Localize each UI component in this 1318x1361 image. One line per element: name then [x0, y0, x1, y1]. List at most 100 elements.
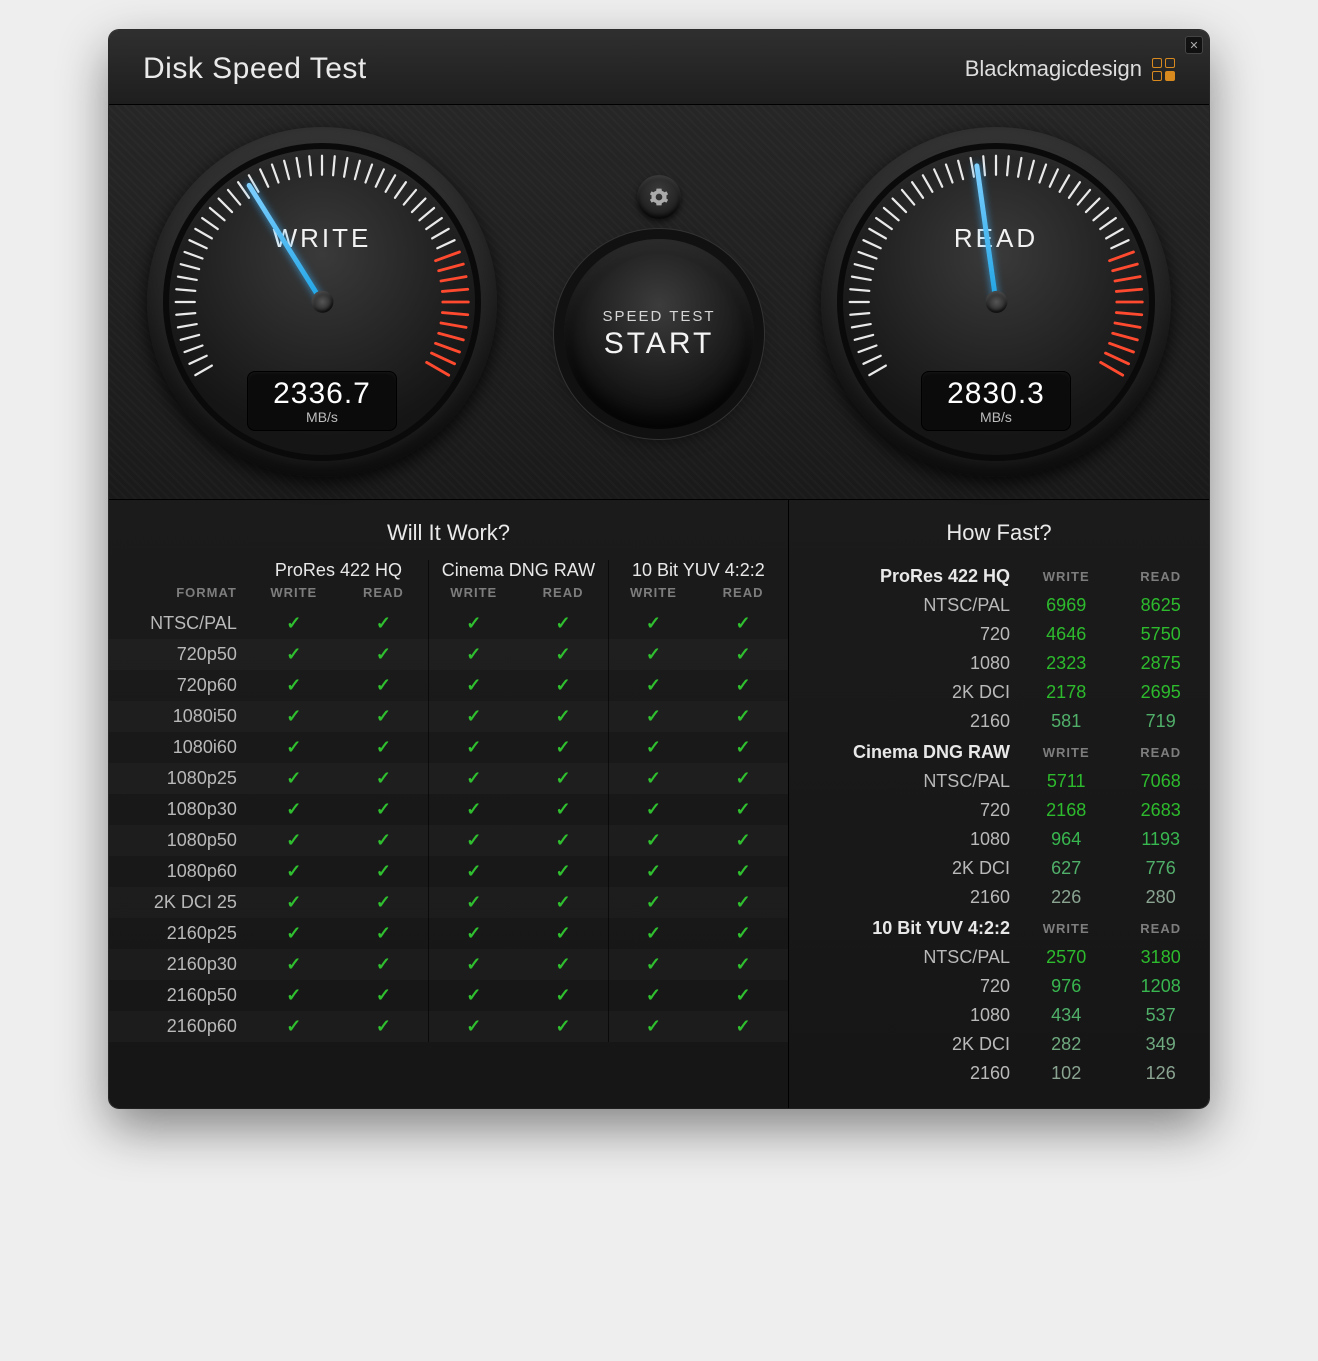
checkmark-icon: ✓ — [286, 954, 301, 974]
check-cell: ✓ — [249, 887, 339, 918]
check-cell: ✓ — [339, 794, 429, 825]
checkmark-icon: ✓ — [736, 675, 751, 695]
format-cell: 2160p60 — [109, 1011, 249, 1042]
checkmark-icon: ✓ — [646, 954, 661, 974]
checkmark-icon: ✓ — [556, 799, 571, 819]
sub-header: WRITE — [1020, 560, 1112, 591]
checkmark-icon: ✓ — [376, 675, 391, 695]
checkmark-icon: ✓ — [646, 799, 661, 819]
table-row: NTSC/PAL✓✓✓✓✓✓ — [109, 608, 788, 639]
checkmark-icon: ✓ — [556, 768, 571, 788]
checkmark-icon: ✓ — [736, 892, 751, 912]
check-cell: ✓ — [249, 856, 339, 887]
checkmark-icon: ✓ — [556, 1016, 571, 1036]
write-value-cell: 226 — [1020, 883, 1112, 912]
check-cell: ✓ — [698, 670, 788, 701]
check-cell: ✓ — [518, 825, 608, 856]
checkmark-icon: ✓ — [466, 768, 481, 788]
check-cell: ✓ — [429, 763, 519, 794]
checkmark-icon: ✓ — [646, 985, 661, 1005]
table-row: 720p50✓✓✓✓✓✓ — [109, 639, 788, 670]
check-cell: ✓ — [608, 732, 698, 763]
format-cell: 2160p30 — [109, 949, 249, 980]
table-row: 2160p60✓✓✓✓✓✓ — [109, 1011, 788, 1042]
check-cell: ✓ — [698, 763, 788, 794]
write-value-cell: 2323 — [1020, 649, 1112, 678]
checkmark-icon: ✓ — [646, 861, 661, 881]
format-cell: NTSC/PAL — [109, 608, 249, 639]
write-gauge-label: WRITE — [147, 223, 497, 254]
table-row: 720 4646 5750 — [789, 620, 1209, 649]
check-cell: ✓ — [518, 949, 608, 980]
format-cell: 720 — [789, 972, 1020, 1001]
table-row: 1080p25✓✓✓✓✓✓ — [109, 763, 788, 794]
write-value-cell: 627 — [1020, 854, 1112, 883]
write-value-cell: 2178 — [1020, 678, 1112, 707]
checkmark-icon: ✓ — [286, 799, 301, 819]
checkmark-icon: ✓ — [376, 892, 391, 912]
close-button[interactable]: ✕ — [1185, 36, 1203, 54]
table-row: NTSC/PAL 5711 7068 — [789, 767, 1209, 796]
format-cell: 720p60 — [109, 670, 249, 701]
checkmark-icon: ✓ — [466, 830, 481, 850]
write-value-cell: 434 — [1020, 1001, 1112, 1030]
start-button[interactable]: SPEED TEST START — [564, 239, 754, 429]
sub-header: WRITE — [1020, 912, 1112, 943]
check-cell: ✓ — [608, 794, 698, 825]
hf-group-header: Cinema DNG RAW WRITE READ — [789, 736, 1209, 767]
codec-header: 10 Bit YUV 4:2:2 — [608, 560, 788, 583]
brand-dots-icon — [1152, 58, 1175, 81]
check-cell: ✓ — [608, 856, 698, 887]
table-row: 2160 226 280 — [789, 883, 1209, 912]
checkmark-icon: ✓ — [736, 737, 751, 757]
sub-header: READ — [1112, 912, 1209, 943]
checkmark-icon: ✓ — [556, 737, 571, 757]
check-cell: ✓ — [339, 887, 429, 918]
check-cell: ✓ — [339, 608, 429, 639]
checkmark-icon: ✓ — [556, 954, 571, 974]
format-cell: 1080i60 — [109, 732, 249, 763]
format-cell: 720p50 — [109, 639, 249, 670]
checkmark-icon: ✓ — [286, 1016, 301, 1036]
write-value-cell: 282 — [1020, 1030, 1112, 1059]
table-row: 1080 964 1193 — [789, 825, 1209, 854]
read-value-cell: 2683 — [1112, 796, 1209, 825]
table-row: 2160 581 719 — [789, 707, 1209, 736]
read-value-cell: 7068 — [1112, 767, 1209, 796]
checkmark-icon: ✓ — [736, 799, 751, 819]
table-row: 1080 2323 2875 — [789, 649, 1209, 678]
table-row: 2160p25✓✓✓✓✓✓ — [109, 918, 788, 949]
read-value-cell: 537 — [1112, 1001, 1209, 1030]
check-cell: ✓ — [518, 763, 608, 794]
format-cell: 1080 — [789, 649, 1020, 678]
brand-logo: Blackmagicdesign — [965, 56, 1175, 82]
check-cell: ✓ — [429, 1011, 519, 1042]
check-cell: ✓ — [339, 1011, 429, 1042]
table-row: 1080 434 537 — [789, 1001, 1209, 1030]
sub-header: WRITE — [249, 583, 339, 608]
checkmark-icon: ✓ — [286, 644, 301, 664]
write-value-cell: 6969 — [1020, 591, 1112, 620]
write-value-cell: 976 — [1020, 972, 1112, 1001]
format-cell: 2K DCI — [789, 678, 1020, 707]
check-cell: ✓ — [429, 949, 519, 980]
format-cell: 2K DCI 25 — [109, 887, 249, 918]
checkmark-icon: ✓ — [466, 644, 481, 664]
read-value-cell: 5750 — [1112, 620, 1209, 649]
app-window: ✕ Disk Speed Test Blackmagicdesign WRITE… — [109, 30, 1209, 1108]
checkmark-icon: ✓ — [646, 923, 661, 943]
checkmark-icon: ✓ — [646, 675, 661, 695]
checkmark-icon: ✓ — [286, 768, 301, 788]
check-cell: ✓ — [339, 949, 429, 980]
table-row: 1080i50✓✓✓✓✓✓ — [109, 701, 788, 732]
codec-header: ProRes 422 HQ — [249, 560, 429, 583]
checkmark-icon: ✓ — [376, 861, 391, 881]
format-cell: NTSC/PAL — [789, 767, 1020, 796]
checkmark-icon: ✓ — [376, 830, 391, 850]
read-value-cell: 8625 — [1112, 591, 1209, 620]
settings-button[interactable] — [637, 175, 681, 219]
format-cell: 2160 — [789, 707, 1020, 736]
hf-group-header: ProRes 422 HQ WRITE READ — [789, 560, 1209, 591]
checkmark-icon: ✓ — [376, 644, 391, 664]
format-cell: 720 — [789, 796, 1020, 825]
